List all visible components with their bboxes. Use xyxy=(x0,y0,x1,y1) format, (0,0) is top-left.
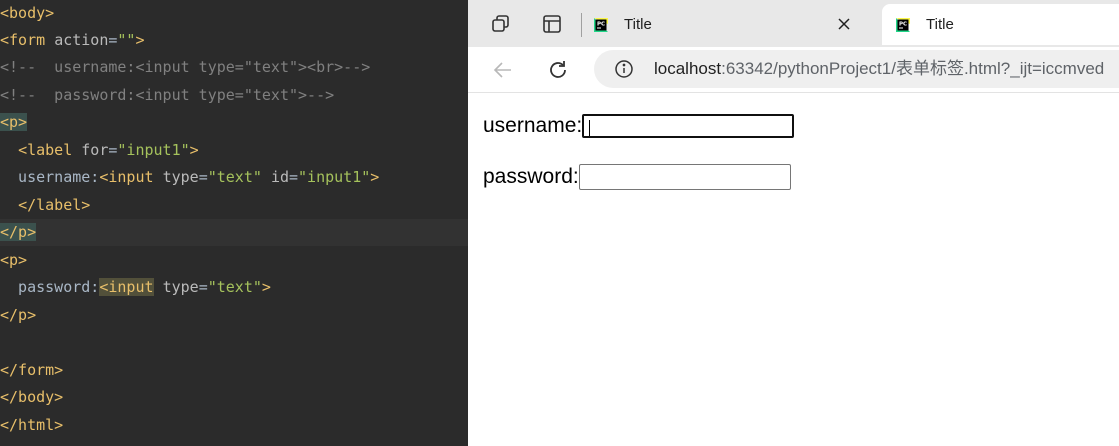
code-token: "text" xyxy=(207,278,262,296)
tab-title: Title xyxy=(926,16,954,33)
code-token: "input1" xyxy=(298,168,371,186)
code-token: "text" xyxy=(207,168,271,186)
code-line[interactable]: </form> xyxy=(0,357,468,384)
text-caret xyxy=(589,120,591,136)
url-text[interactable]: localhost:63342/pythonProject1/表单标签.html… xyxy=(654,50,1104,88)
info-icon[interactable] xyxy=(614,59,634,83)
svg-text:PC: PC xyxy=(597,21,605,27)
code-line[interactable]: password:<input type="text"> xyxy=(0,274,468,301)
code-line[interactable]: <p> xyxy=(0,247,468,274)
code-token: "input1" xyxy=(117,141,190,159)
code-token: > xyxy=(135,31,145,49)
code-line[interactable]: <!-- password:<input type="text">--> xyxy=(0,82,468,109)
svg-text:PC: PC xyxy=(899,21,907,27)
browser-window: PC Title PC Title localhost:63342/python… xyxy=(468,0,1119,446)
code-token: <label xyxy=(18,141,82,159)
code-token: "" xyxy=(117,31,136,49)
code-line[interactable]: </body> xyxy=(0,384,468,411)
code-token: <input xyxy=(99,168,163,186)
code-token: > xyxy=(189,141,199,159)
pycharm-icon: PC xyxy=(894,16,912,34)
code-token: <p> xyxy=(0,251,28,269)
code-token: </form> xyxy=(0,361,64,379)
code-token: id xyxy=(270,168,289,186)
browser-tab-active[interactable]: PC Title xyxy=(882,4,1119,45)
code-token: username: xyxy=(0,168,100,186)
code-line[interactable]: </label> xyxy=(0,192,468,219)
code-token: = xyxy=(198,278,208,296)
code-token: </p> xyxy=(0,306,37,324)
code-token: type xyxy=(162,278,199,296)
tab-actions-icon[interactable] xyxy=(536,10,568,38)
code-token: = xyxy=(289,168,299,186)
password-input[interactable] xyxy=(578,164,791,190)
code-editor[interactable]: <body> <form action=""> <!-- username:<i… xyxy=(0,0,468,446)
code-token: </label> xyxy=(18,196,91,214)
address-bar[interactable]: localhost:63342/pythonProject1/表单标签.html… xyxy=(594,50,1119,88)
browser-tab[interactable]: PC Title xyxy=(592,4,876,45)
code-line[interactable] xyxy=(0,329,468,356)
username-input[interactable] xyxy=(582,114,795,138)
code-line[interactable]: <p> xyxy=(0,109,468,136)
workspaces-icon[interactable] xyxy=(485,10,517,38)
pycharm-icon: PC xyxy=(592,16,610,34)
code-line[interactable]: </p> xyxy=(0,302,468,329)
code-line[interactable]: <form action=""> xyxy=(0,27,468,54)
tab-divider xyxy=(581,13,582,37)
code-token: > xyxy=(370,168,380,186)
code-comment: <!-- username:<input type="text"><br>--> xyxy=(0,58,371,76)
url-host: localhost xyxy=(654,59,722,78)
code-line[interactable]: </html> xyxy=(0,412,468,439)
code-token: = xyxy=(198,168,208,186)
username-row: username: xyxy=(483,114,795,138)
code-token: type xyxy=(162,168,199,186)
password-row: password: xyxy=(483,164,791,190)
tab-title: Title xyxy=(624,16,652,33)
back-arrow-icon[interactable] xyxy=(487,54,519,86)
code-line[interactable]: username:<input type="text" id="input1"> xyxy=(0,164,468,191)
code-token: <body> xyxy=(0,4,55,22)
url-path: :63342/pythonProject1/表单标签.html?_ijt=icc… xyxy=(721,59,1105,78)
page-content: username: password: xyxy=(468,93,1119,446)
code-token: </html> xyxy=(0,416,64,434)
code-token: action xyxy=(54,31,109,49)
refresh-icon[interactable] xyxy=(542,54,574,86)
code-token: password: xyxy=(0,278,100,296)
code-token: </body> xyxy=(0,388,64,406)
username-label[interactable]: username: xyxy=(483,114,582,138)
code-token: for xyxy=(81,141,109,159)
code-line[interactable]: <label for="input1"> xyxy=(0,137,468,164)
matched-tag: </p> xyxy=(0,223,37,241)
highlighted-token: input xyxy=(108,278,154,296)
code-token: <form xyxy=(0,31,55,49)
matched-tag: <p> xyxy=(0,113,28,131)
password-label: password: xyxy=(483,165,579,188)
tab-strip: PC Title PC Title xyxy=(468,0,1119,47)
code-line[interactable]: <!-- username:<input type="text"><br>--> xyxy=(0,54,468,81)
browser-toolbar: localhost:63342/pythonProject1/表单标签.html… xyxy=(468,47,1119,92)
close-tab-icon[interactable] xyxy=(834,14,854,34)
code-token: > xyxy=(261,278,271,296)
code-comment: <!-- password:<input type="text">--> xyxy=(0,86,335,104)
code-line[interactable]: <body> xyxy=(0,0,468,27)
code-line-current[interactable]: </p> xyxy=(0,219,468,246)
